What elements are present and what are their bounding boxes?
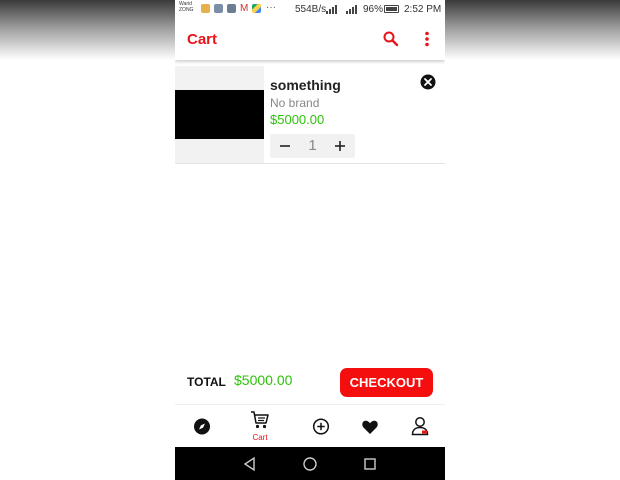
nav-label-cart: Cart (252, 433, 268, 442)
nav-item-profile[interactable] (393, 405, 445, 448)
quantity-value: 1 (308, 137, 317, 154)
system-back-button[interactable] (242, 456, 258, 472)
home-circle-icon (303, 457, 317, 471)
minus-icon (280, 145, 290, 147)
user-icon (411, 417, 429, 436)
total-value: $5000.00 (234, 372, 293, 388)
clock: 2:52 PM (404, 4, 442, 15)
back-triangle-icon (243, 456, 255, 472)
total-label: TOTAL (187, 375, 226, 389)
status-bar: Warid ZONG M ··· 554B/s 96% 2:52 PM (175, 0, 445, 20)
cart-icon (251, 411, 269, 429)
signal-icon (326, 5, 337, 14)
system-recents-button[interactable] (362, 456, 378, 472)
product-image (175, 90, 264, 139)
increase-quantity-button[interactable] (327, 134, 353, 158)
search-icon (383, 31, 399, 47)
nav-item-explore[interactable] (175, 405, 229, 448)
notification-icons: M (201, 3, 262, 14)
product-name: something (270, 77, 341, 93)
nav-item-add[interactable] (294, 405, 348, 448)
contact-notification-icon (214, 4, 223, 13)
plus-icon (335, 141, 345, 151)
add-circle-icon (312, 418, 330, 435)
remove-item-button[interactable] (420, 74, 436, 90)
product-thumbnail[interactable] (175, 66, 264, 163)
nav-item-cart[interactable]: Cart (233, 405, 287, 448)
quantity-stepper: 1 (270, 134, 355, 158)
screen: Warid ZONG M ··· 554B/s 96% 2:52 PM Cart… (0, 0, 620, 480)
background-shade-right (445, 0, 620, 60)
drive-icon (252, 4, 262, 13)
product-price: $5000.00 (270, 112, 325, 127)
gmail-icon: M (240, 3, 249, 14)
battery-icon (384, 5, 399, 13)
gallery-notification-icon (227, 4, 236, 13)
bottom-navigation: Cart (175, 404, 445, 448)
battery-level (386, 7, 397, 11)
network-speed: 554B/s (295, 4, 327, 15)
phone-screen: Warid ZONG M ··· 554B/s 96% 2:52 PM Cart… (175, 0, 445, 480)
system-navigation-bar (175, 447, 445, 480)
checkout-button[interactable]: CHECKOUT (340, 368, 433, 397)
background-shade-left (0, 0, 175, 60)
page-title: Cart (187, 31, 218, 48)
close-circle-icon (420, 74, 436, 90)
overflow-menu-icon (425, 31, 429, 47)
search-button[interactable] (382, 30, 400, 48)
overflow-menu-button[interactable] (421, 30, 433, 48)
compass-icon (194, 418, 210, 435)
nav-item-favorites[interactable] (343, 405, 397, 448)
system-home-button[interactable] (302, 456, 318, 472)
battery-percent: 96% (363, 4, 384, 15)
signal-icon-secondary (346, 5, 357, 14)
recents-square-icon (364, 458, 376, 470)
heart-icon (362, 420, 378, 434)
decrease-quantity-button[interactable] (272, 134, 298, 158)
product-brand: No brand (270, 96, 320, 110)
carrier-name: Warid ZONG (179, 1, 194, 13)
app-bar: Cart (175, 20, 445, 60)
app-notification-icon (201, 4, 210, 13)
cart-item: something No brand $5000.00 1 (175, 66, 445, 164)
more-notifications-icon: ··· (266, 2, 276, 13)
